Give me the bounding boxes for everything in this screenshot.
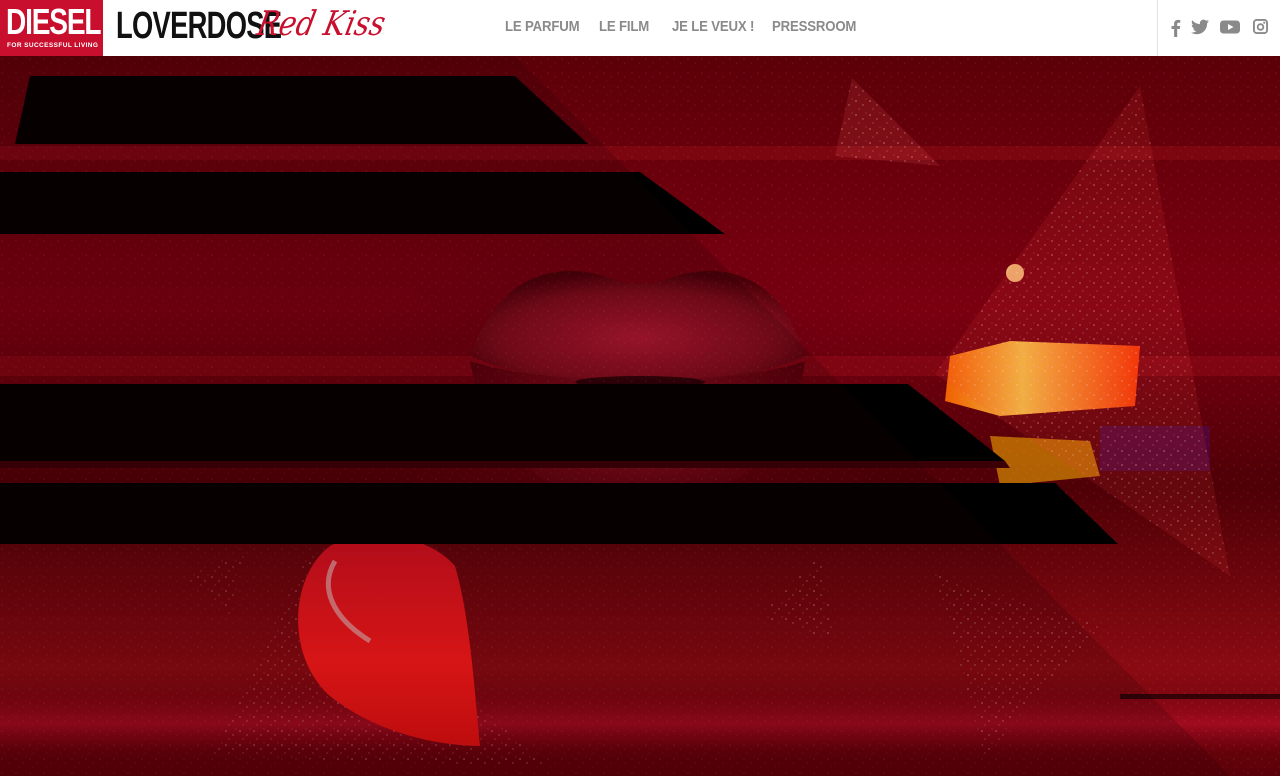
twitter-icon[interactable] [1191, 19, 1211, 37]
nav-item-le-parfum[interactable]: LE PARFUM [505, 18, 588, 35]
loverdose-red-kiss-logo[interactable]: LOVERDOSE Red Kiss [116, 0, 406, 56]
product-subline: Red Kiss [253, 4, 390, 44]
hero-artwork [0, 56, 1280, 776]
nav-item-le-film[interactable]: LE FILM [599, 18, 663, 35]
brand-tagline: FOR SUCCESSFUL LIVING [7, 42, 99, 49]
youtube-icon[interactable] [1220, 19, 1240, 37]
nav-item-je-le-veux[interactable]: JE LE VEUX ! [672, 18, 760, 35]
page: DIESEL FOR SUCCESSFUL LIVING LOVERDOSE R… [0, 0, 1280, 776]
diesel-logo[interactable]: DIESEL FOR SUCCESSFUL LIVING [0, 0, 105, 56]
site-header: DIESEL FOR SUCCESSFUL LIVING LOVERDOSE R… [0, 0, 1280, 56]
brand-name: DIESEL [6, 1, 102, 42]
social-links [1157, 0, 1280, 56]
instagram-icon[interactable] [1253, 19, 1273, 37]
hero-video[interactable] [0, 56, 1280, 776]
main-nav: LE PARFUM LE FILM JE LE VEUX ! PRESSROOM [505, 18, 862, 35]
facebook-icon[interactable] [1170, 19, 1190, 37]
nav-item-pressroom[interactable]: PRESSROOM [772, 18, 856, 35]
